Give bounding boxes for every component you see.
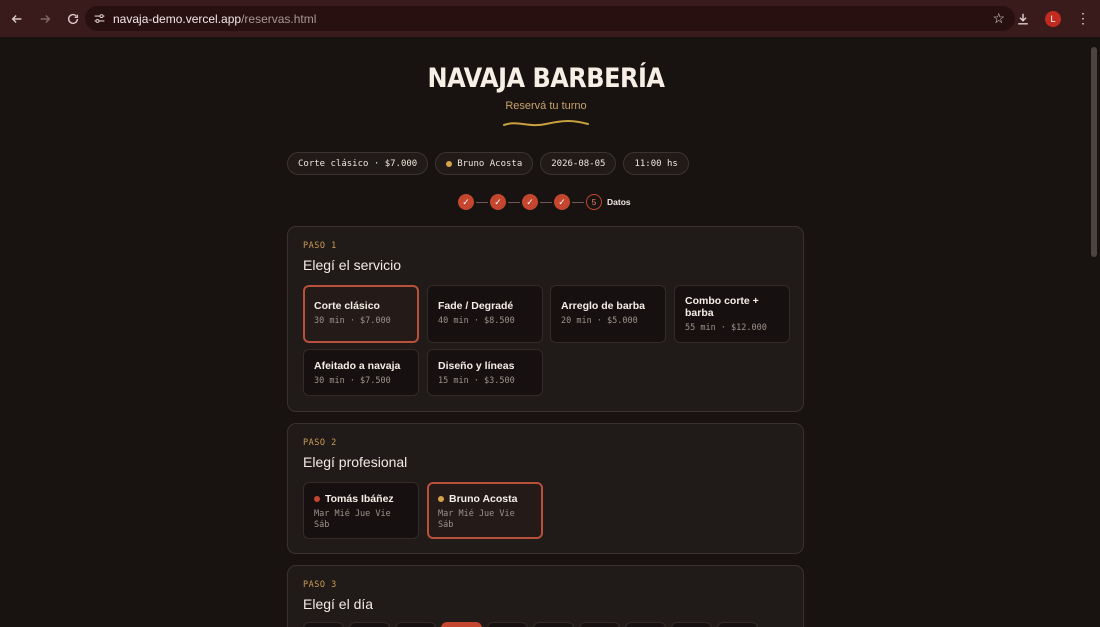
back-icon[interactable] xyxy=(4,6,30,32)
url-path: /reservas.html xyxy=(241,11,317,26)
profile-initial: L xyxy=(1045,10,1061,27)
service-option-diseno[interactable]: Diseño y líneas 15 min · $3.500 xyxy=(427,349,543,396)
day-picker xyxy=(303,622,758,627)
service-name: Combo corte + barba xyxy=(685,295,759,319)
barber-option-tomas[interactable]: Tomás Ibáñez Mar Mié Jue Vie Sáb xyxy=(303,482,419,539)
address-bar[interactable]: navaja-demo.vercel.app/reservas.html ☆ xyxy=(85,6,1015,31)
service-option-afeitado[interactable]: Afeitado a navaja 30 min · $7.500 xyxy=(303,349,419,396)
summary-time-text: 11:00 hs xyxy=(634,158,678,169)
service-name: Diseño y líneas xyxy=(438,360,515,372)
decorative-wave-icon xyxy=(503,120,589,127)
barber-dot-icon xyxy=(446,160,453,167)
barber-name: Tomás Ibáñez xyxy=(325,493,394,505)
day-tile[interactable] xyxy=(303,622,344,627)
step-5-current[interactable]: 5 xyxy=(586,194,602,210)
day-tile-selected[interactable] xyxy=(441,622,482,627)
step-3-title: Elegí el día xyxy=(303,596,374,612)
day-tile[interactable] xyxy=(625,622,666,627)
summary-chip-time: 11:00 hs xyxy=(623,152,689,175)
step-3-label: PASO 3 xyxy=(303,580,337,590)
service-name: Arreglo de barba xyxy=(561,300,646,312)
service-step-card: PASO 1 Elegí el servicio Corte clásico 3… xyxy=(287,226,804,412)
day-tile[interactable] xyxy=(717,622,758,627)
day-tile[interactable] xyxy=(579,622,620,627)
step-1-done-check-icon[interactable]: ✓ xyxy=(458,194,474,210)
step-connector xyxy=(572,201,584,203)
summary-chip-barber: Bruno Acosta xyxy=(435,152,534,175)
browser-toolbar: navaja-demo.vercel.app/reservas.html ☆ L… xyxy=(0,0,1100,37)
service-meta: 20 min · $5.000 xyxy=(561,316,638,326)
booking-summary: Corte clásico · $7.000 Bruno Acosta 2026… xyxy=(287,152,689,175)
barber-days: Mar Mié Jue Vie Sáb xyxy=(438,509,515,530)
service-meta: 40 min · $8.500 xyxy=(438,316,515,326)
barber-name: Bruno Acosta xyxy=(449,493,518,505)
summary-service-text: Corte clásico · $7.000 xyxy=(298,158,418,169)
summary-chip-service: Corte clásico · $7.000 xyxy=(287,152,429,175)
step-connector xyxy=(476,201,488,203)
day-tile[interactable] xyxy=(533,622,574,627)
step-connector xyxy=(540,201,552,203)
step-2-label: PASO 2 xyxy=(303,438,337,448)
summary-barber-text: Bruno Acosta xyxy=(457,158,523,169)
step-1-title: Elegí el servicio xyxy=(303,257,402,273)
step-4-done-check-icon[interactable]: ✓ xyxy=(554,194,570,210)
service-meta: 30 min · $7.000 xyxy=(314,316,391,326)
service-meta: 55 min · $12.000 xyxy=(685,323,767,333)
day-tile[interactable] xyxy=(349,622,390,627)
barber-name-row: Bruno Acosta xyxy=(438,493,532,505)
barber-status-dot-icon xyxy=(438,496,444,502)
forward-icon[interactable] xyxy=(32,6,58,32)
service-option-fade[interactable]: Fade / Degradé 40 min · $8.500 xyxy=(427,285,543,343)
url-host: navaja-demo.vercel.app xyxy=(113,11,242,26)
tagline: Reservá tu turno xyxy=(505,100,587,112)
page-content: NAVAJA BARBERÍA Reservá tu turno Corte c… xyxy=(0,37,1100,627)
day-tile[interactable] xyxy=(487,622,528,627)
barber-option-bruno[interactable]: Bruno Acosta Mar Mié Jue Vie Sáb xyxy=(427,482,543,539)
barber-name-row: Tomás Ibáñez xyxy=(314,493,408,505)
barber-step-card: PASO 2 Elegí profesional Tomás Ibáñez Ma… xyxy=(287,423,804,554)
service-option-arreglo-barba[interactable]: Arreglo de barba 20 min · $5.000 xyxy=(550,285,666,343)
service-option-corte-clasico[interactable]: Corte clásico 30 min · $7.000 xyxy=(303,285,419,343)
service-name: Corte clásico xyxy=(314,300,380,312)
step-1-label: PASO 1 xyxy=(303,241,337,251)
download-icon[interactable] xyxy=(1012,6,1034,31)
brand-title: NAVAJA BARBERÍA xyxy=(427,62,665,94)
step-2-title: Elegí profesional xyxy=(303,454,408,470)
step-connector xyxy=(508,201,520,203)
service-name: Afeitado a navaja xyxy=(314,360,401,372)
barber-days: Mar Mié Jue Vie Sáb xyxy=(314,509,391,530)
day-tile[interactable] xyxy=(671,622,712,627)
service-meta: 30 min · $7.500 xyxy=(314,376,391,386)
menu-kebab-icon[interactable]: ⋮ xyxy=(1072,6,1094,31)
day-tile[interactable] xyxy=(395,622,436,627)
site-settings-icon[interactable] xyxy=(85,12,113,25)
bookmark-star-icon[interactable]: ☆ xyxy=(992,11,1005,25)
reload-icon[interactable] xyxy=(60,6,86,32)
step-current-label: Datos xyxy=(607,197,631,207)
day-step-card: PASO 3 Elegí el día xyxy=(287,565,804,627)
barber-status-dot-icon xyxy=(314,496,320,502)
service-name: Fade / Degradé xyxy=(438,300,514,312)
progress-stepper: ✓ ✓ ✓ ✓ 5 Datos xyxy=(458,194,631,210)
service-meta: 15 min · $3.500 xyxy=(438,376,515,386)
step-2-done-check-icon[interactable]: ✓ xyxy=(490,194,506,210)
summary-date-text: 2026-08-05 xyxy=(551,158,606,169)
step-3-done-check-icon[interactable]: ✓ xyxy=(522,194,538,210)
summary-chip-date: 2026-08-05 xyxy=(540,152,617,175)
profile-avatar[interactable]: L xyxy=(1042,6,1064,31)
service-option-combo[interactable]: Combo corte + barba 55 min · $12.000 xyxy=(674,285,790,343)
